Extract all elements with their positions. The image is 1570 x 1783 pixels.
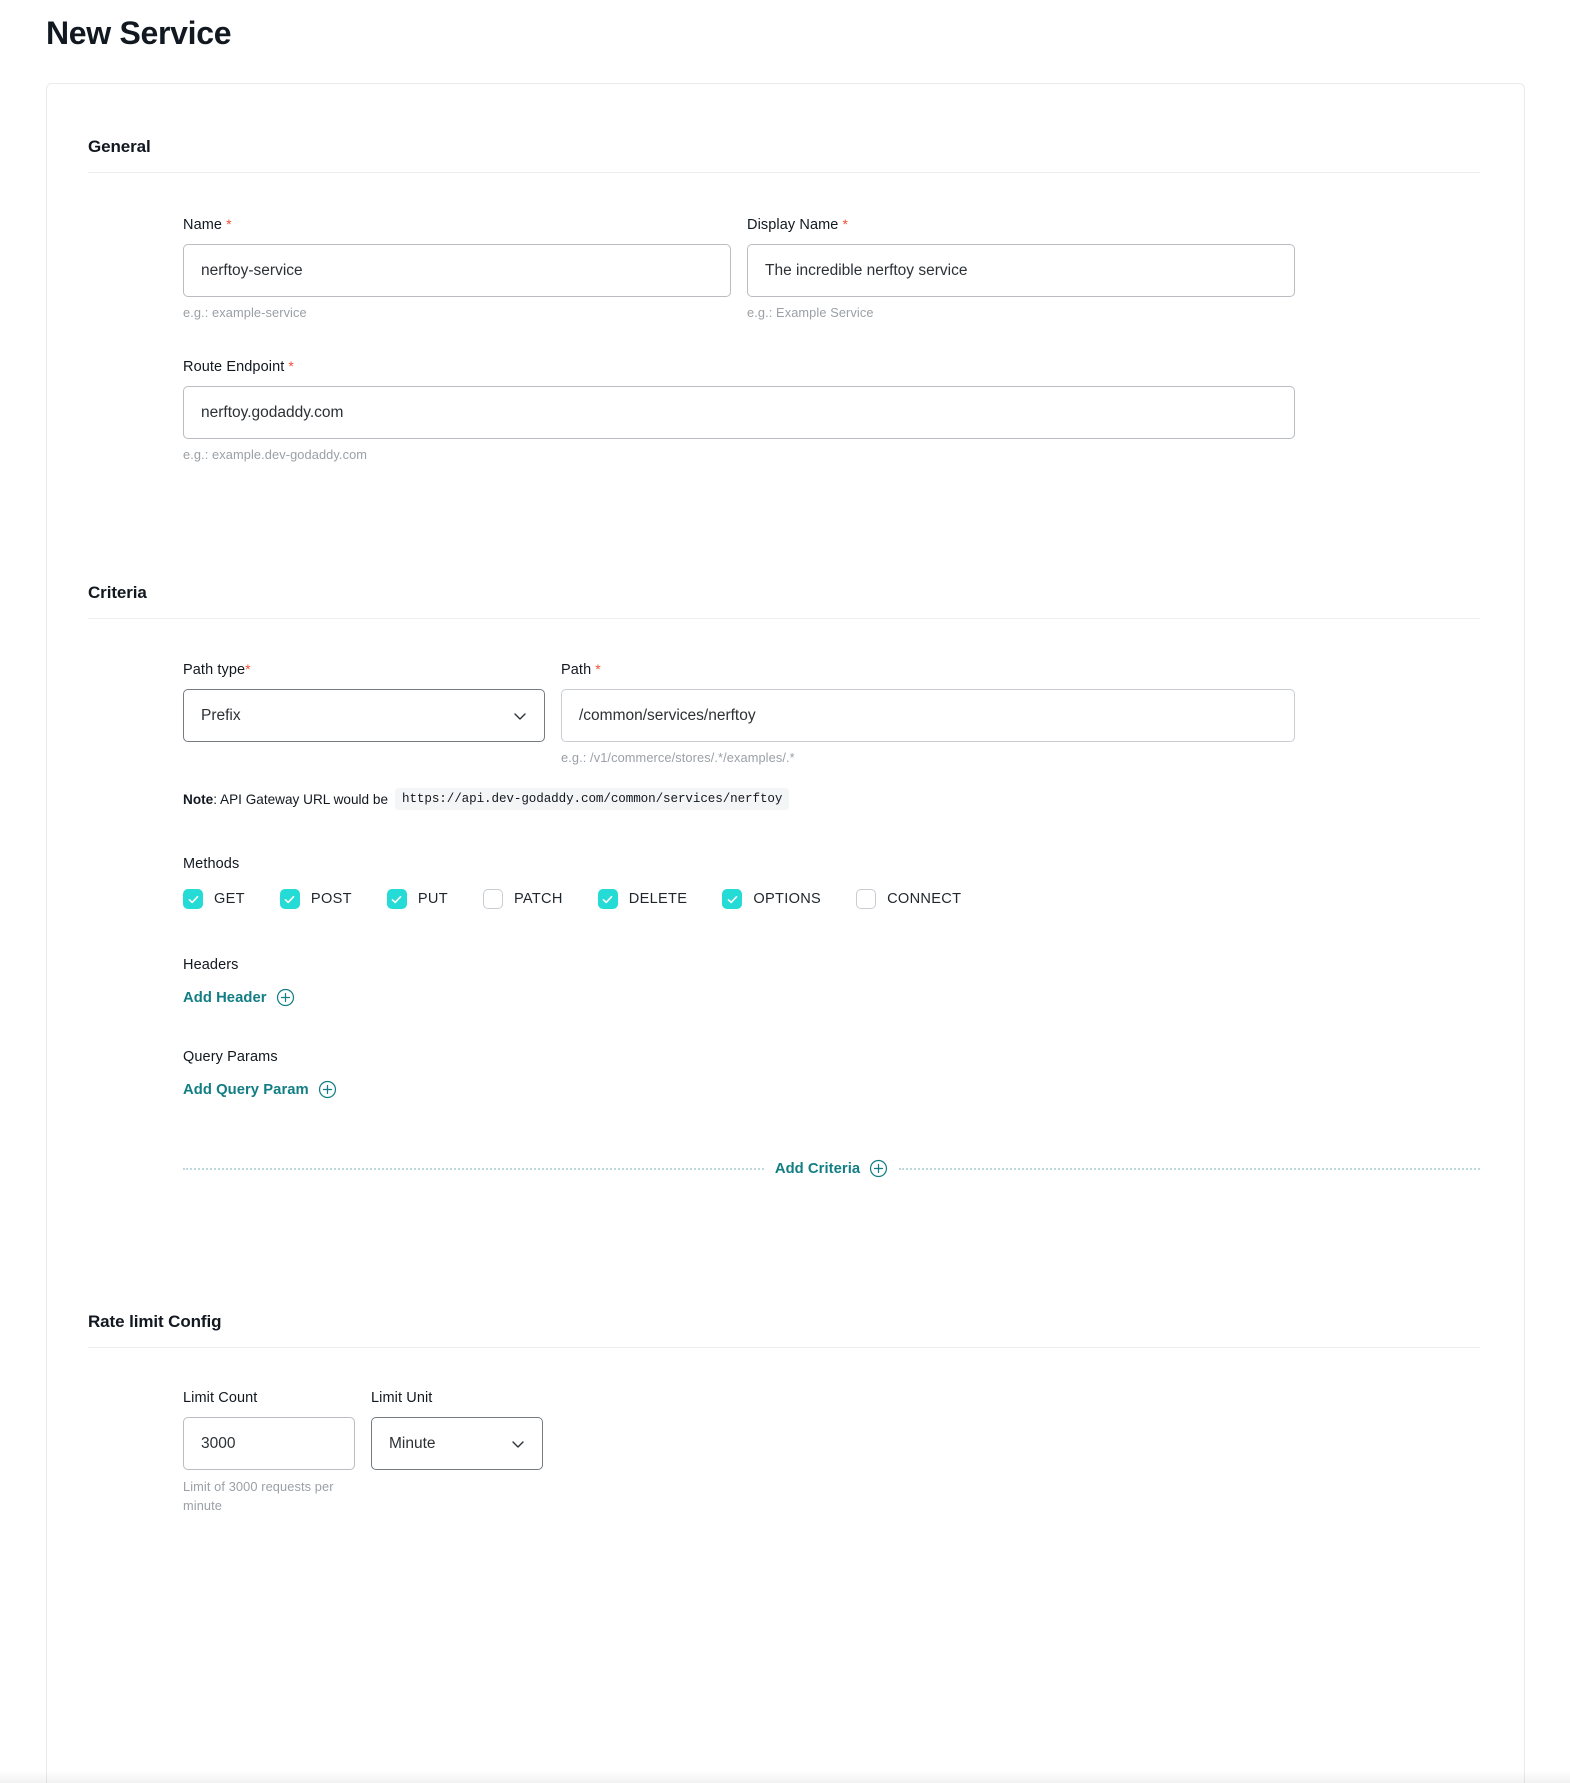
chevron-down-icon (512, 708, 528, 724)
display-name-label: Display Name * (747, 216, 1295, 233)
headers-label: Headers (183, 957, 239, 974)
path-hint: e.g.: /v1/commerce/stores/.*/examples/.* (561, 750, 795, 766)
add-criteria-button[interactable]: Add Criteria (775, 1159, 888, 1178)
path-label: Path * (561, 661, 1295, 678)
general-section: General Name * nerftoy-service e.g.: exam… (47, 84, 1524, 462)
name-label: Name * (183, 216, 731, 233)
path-type-select[interactable]: Prefix (183, 689, 545, 743)
route-endpoint-hint: e.g.: example.dev-godaddy.com (183, 447, 368, 463)
route-endpoint-label: Route Endpoint * (183, 358, 1295, 375)
note-text: Note: API Gateway URL would be (183, 792, 388, 807)
section-divider (88, 1347, 1480, 1349)
path-type-label: Path type* (183, 661, 545, 678)
plus-circle-icon (869, 1159, 888, 1178)
criteria-section-title: Criteria (88, 583, 147, 603)
name-label-text: Name (183, 217, 223, 234)
route-endpoint-label-text: Route Endpoint (183, 359, 285, 376)
method-label-delete: DELETE (628, 891, 688, 908)
add-header-button[interactable]: Add Header (183, 988, 295, 1007)
limit-count-field-group: Limit Count 3000 Limit of 3000 requests … (183, 1390, 355, 1515)
rate-limit-config-section: Rate limit Config Limit Count 3000 Limit… (47, 1259, 1524, 1595)
required-asterisk: * (245, 661, 251, 678)
query-params-label: Query Params (183, 1049, 278, 1066)
route-endpoint-input[interactable]: nerftoy.godaddy.com (183, 386, 1295, 440)
section-divider (88, 618, 1480, 620)
method-label-connect: CONNECT (887, 891, 962, 908)
limit-unit-selected-value: Minute (389, 1434, 436, 1452)
path-label-text: Path (561, 662, 592, 679)
method-checkbox-delete[interactable]: DELETE (597, 889, 688, 910)
general-section-title: General (88, 137, 151, 157)
display-name-hint: e.g.: Example Service (747, 305, 874, 321)
api-gateway-url-note: Note: API Gateway URL would be https://a… (183, 788, 1480, 811)
method-label-patch: PATCH (513, 891, 563, 908)
required-asterisk: * (595, 661, 601, 678)
checkbox-unchecked-icon[interactable] (856, 889, 877, 910)
add-header-label: Add Header (183, 989, 267, 1006)
page-title: New Service (46, 15, 232, 51)
add-query-param-button[interactable]: Add Query Param (183, 1080, 337, 1099)
note-body: : API Gateway URL would be (213, 791, 389, 807)
path-field-group: Path * /common/services/nerftoy e.g.: /v1… (561, 661, 1295, 765)
path-type-label-text: Path type (183, 662, 246, 679)
limit-count-label: Limit Count (183, 1390, 258, 1407)
add-criteria-divider: Add Criteria (183, 1159, 1481, 1178)
methods-checkbox-group: GET POST PUT PATCH DELETE OPTIONS CONNEC… (183, 889, 1480, 910)
section-divider (88, 172, 1480, 174)
method-checkbox-patch[interactable]: PATCH (482, 889, 563, 910)
route-endpoint-field-group: Route Endpoint * nerftoy.godaddy.com e.g.… (183, 358, 1295, 462)
checkbox-checked-icon[interactable] (597, 889, 618, 910)
limit-unit-select[interactable]: Minute (371, 1417, 543, 1471)
method-label-get: GET (214, 891, 245, 908)
method-checkbox-get[interactable]: GET (183, 889, 245, 910)
new-service-form-card: General Name * nerftoy-service e.g.: exam… (46, 83, 1525, 1783)
name-hint: e.g.: example-service (183, 305, 307, 321)
checkbox-checked-icon[interactable] (183, 889, 203, 910)
checkbox-checked-icon[interactable] (279, 889, 300, 910)
display-name-field-group: Display Name * The incredible nerftoy ser… (747, 216, 1295, 320)
method-checkbox-post[interactable]: POST (279, 889, 352, 910)
method-label-post: POST (310, 891, 352, 908)
required-asterisk: * (842, 216, 849, 233)
limit-unit-label: Limit Unit (371, 1390, 433, 1407)
rate-limit-section-title: Rate limit Config (88, 1312, 222, 1332)
required-asterisk: * (226, 216, 232, 233)
methods-label: Methods (183, 856, 240, 873)
required-asterisk: * (288, 358, 294, 375)
limit-count-input[interactable]: 3000 (183, 1417, 355, 1471)
display-name-input[interactable]: The incredible nerftoy service (747, 244, 1295, 298)
add-query-param-label: Add Query Param (183, 1081, 309, 1098)
divider-line-left (183, 1167, 764, 1170)
checkbox-checked-icon[interactable] (722, 889, 743, 910)
path-type-field-group: Path type* Prefix (183, 661, 545, 765)
method-checkbox-put[interactable]: PUT (386, 889, 448, 910)
criteria-section: Criteria Path type* Prefix Path * /commo… (47, 530, 1524, 1178)
add-criteria-label: Add Criteria (774, 1160, 861, 1177)
path-input[interactable]: /common/services/nerftoy (561, 689, 1295, 743)
plus-circle-icon (276, 988, 295, 1007)
api-gateway-url-value: https://api.dev-godaddy.com/common/servi… (395, 788, 790, 811)
method-checkbox-options[interactable]: OPTIONS (722, 889, 822, 910)
method-label-put: PUT (417, 891, 448, 908)
method-label-options: OPTIONS (753, 891, 822, 908)
note-prefix: Note (183, 791, 214, 807)
method-checkbox-connect[interactable]: CONNECT (856, 889, 962, 910)
plus-circle-icon (318, 1080, 337, 1099)
name-input[interactable]: nerftoy-service (183, 244, 731, 298)
path-type-selected-value: Prefix (201, 706, 241, 724)
divider-line-right (899, 1167, 1481, 1170)
limit-unit-field-group: Limit Unit Minute (371, 1390, 543, 1515)
limit-count-hint: Limit of 3000 requests per minute (183, 1479, 334, 1513)
display-name-label-text: Display Name (747, 217, 839, 234)
name-field-group: Name * nerftoy-service e.g.: example-serv… (183, 216, 731, 320)
chevron-down-icon (510, 1436, 526, 1452)
checkbox-unchecked-icon[interactable] (482, 889, 503, 910)
checkbox-checked-icon[interactable] (386, 889, 407, 910)
